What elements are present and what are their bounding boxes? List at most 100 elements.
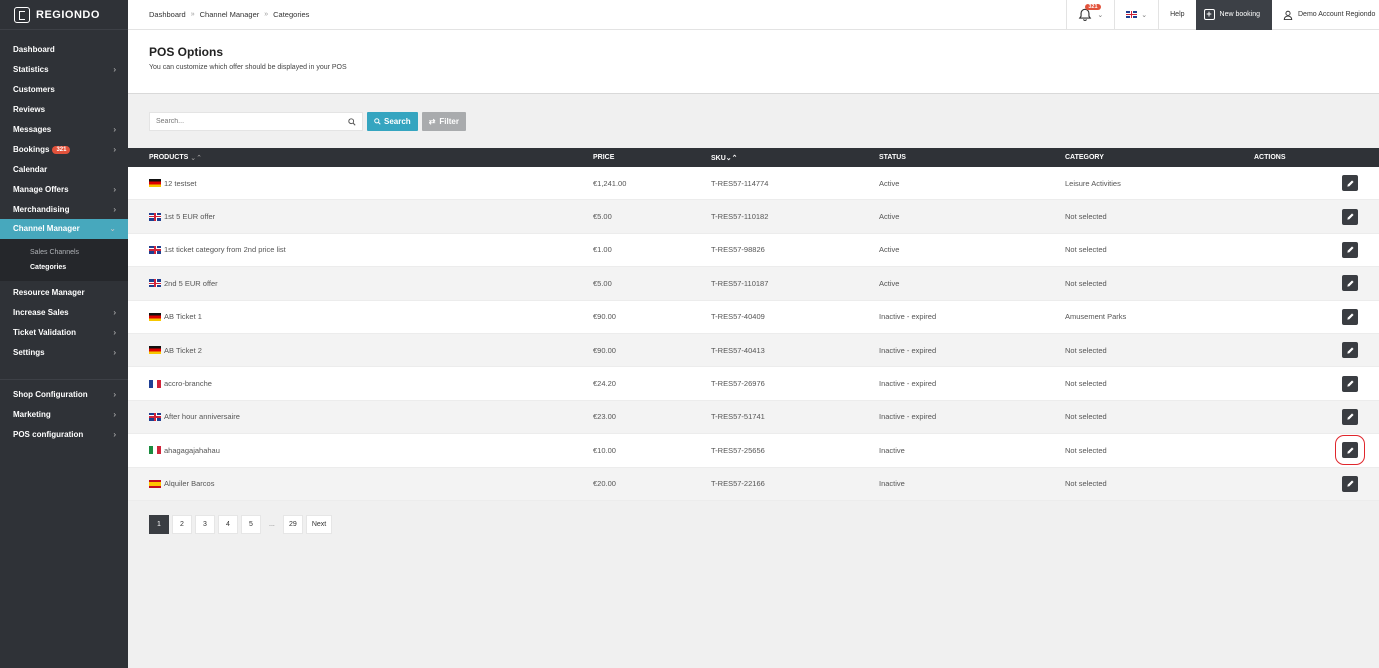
product-cell: AB Ticket 2 xyxy=(128,346,593,355)
language-selector[interactable]: ⌄ xyxy=(1114,0,1158,30)
table-row: 1st 5 EUR offer €5.00 T-RES57-110182 Active… xyxy=(128,200,1379,234)
col-products-header[interactable]: PRODUCTS ⌄⌃ xyxy=(128,154,593,162)
sidebar-item-ticket-validation[interactable]: Ticket Validation › xyxy=(0,323,128,343)
sidebar-item-label: Messages xyxy=(13,125,51,134)
sidebar-item-text: Settings xyxy=(13,348,45,358)
sidebar-item-settings[interactable]: Settings › xyxy=(0,343,128,363)
sidebar-item-messages[interactable]: Messages › xyxy=(0,120,128,140)
flag-gb-icon xyxy=(149,212,161,221)
table-row: ahagagajahahau €10.00 T-RES57-25656 Inactiv… xyxy=(128,434,1379,468)
sidebar-item-channel-manager[interactable]: Channel Manager ⌄ xyxy=(0,219,128,239)
table-header: PRODUCTS ⌄⌃ PRICE SKU⌄⌃ STATUS CATEGORY A… xyxy=(128,148,1379,167)
search-input[interactable] xyxy=(156,118,336,125)
sidebar-item-pos-configuration[interactable]: POS configuration › xyxy=(0,424,128,444)
pencil-icon xyxy=(1346,346,1355,355)
edit-button[interactable] xyxy=(1342,342,1358,359)
subnav-item-categories[interactable]: Categories xyxy=(0,260,128,275)
col-sku-header[interactable]: SKU⌄⌃ xyxy=(711,154,879,162)
new-booking-button[interactable]: + New booking xyxy=(1195,0,1272,30)
sidebar-nav-config: Shop Configuration › Marketing › POS configu… xyxy=(0,384,128,444)
pagination-next[interactable]: Next xyxy=(305,515,333,534)
main-content: POS Options You can customize which offe… xyxy=(128,30,1379,668)
edit-button[interactable] xyxy=(1342,208,1358,225)
sidebar-item-text: Marketing xyxy=(13,409,51,419)
sidebar-item-resource-manager[interactable]: Resource Manager xyxy=(0,283,128,303)
edit-button[interactable] xyxy=(1342,475,1358,492)
product-cell: 1st 5 EUR offer xyxy=(128,212,593,221)
sidebar-item-customers[interactable]: Customers xyxy=(0,80,128,100)
edit-button[interactable] xyxy=(1342,408,1358,425)
pagination-page[interactable]: 4 xyxy=(218,515,238,534)
col-actions-header: ACTIONS xyxy=(1254,154,1286,161)
table-row: AB Ticket 1 €90.00 T-RES57-40409 Inactive -… xyxy=(128,300,1379,334)
sidebar-item-text: Ticket Validation xyxy=(13,328,76,338)
chevron-right-icon: › xyxy=(113,389,116,399)
sku-cell: T-RES57-114774 xyxy=(711,178,769,188)
product-cell: After hour anniversaire xyxy=(128,412,593,421)
table-row: Alquiler Barcos €20.00 T-RES57-22166 Inacti… xyxy=(128,467,1379,501)
sidebar-item-merchandising[interactable]: Merchandising › xyxy=(0,199,128,219)
search-icon xyxy=(374,118,381,125)
search-field[interactable] xyxy=(149,112,363,131)
edit-button[interactable] xyxy=(1342,241,1358,258)
search-button[interactable]: Search xyxy=(367,112,418,131)
sidebar-item-text: Increase Sales xyxy=(13,308,69,318)
sidebar-item-reviews[interactable]: Reviews xyxy=(0,100,128,120)
uk-flag-icon xyxy=(1126,11,1138,18)
search-icon xyxy=(348,117,356,126)
chevron-right-icon: › xyxy=(113,184,116,194)
sort-icon: ⌄⌃ xyxy=(725,154,738,162)
sidebar-item-text: POS configuration xyxy=(13,429,84,439)
edit-button[interactable] xyxy=(1342,375,1358,392)
price-cell: €1.00 xyxy=(593,245,612,255)
brand-logo[interactable]: REGIONDO xyxy=(0,0,128,30)
category-cell: Not selected xyxy=(1065,412,1107,422)
filter-button-label: Filter xyxy=(439,117,459,126)
pencil-icon xyxy=(1346,212,1355,221)
sku-cell: T-RES57-98826 xyxy=(711,245,765,255)
pencil-icon xyxy=(1346,412,1355,421)
help-link[interactable]: Help xyxy=(1158,0,1195,30)
table-row: 2nd 5 EUR offer €5.00 T-RES57-110187 Active… xyxy=(128,267,1379,301)
sort-icon: ⌄⌃ xyxy=(190,154,203,162)
sidebar-item-text: Calendar xyxy=(13,164,48,174)
pagination-page[interactable]: 5 xyxy=(241,515,261,534)
pencil-icon xyxy=(1346,245,1355,254)
pagination-page[interactable]: 3 xyxy=(195,515,215,534)
page-header: POS Options You can customize which offe… xyxy=(128,30,1379,94)
notifications[interactable]: 321 ⌄ xyxy=(1066,0,1114,30)
filter-button[interactable]: ⇄ Filter xyxy=(421,112,466,131)
pagination-page[interactable]: 2 xyxy=(172,515,192,534)
col-products-label: PRODUCTS xyxy=(149,154,189,161)
account-menu[interactable]: Demo Account Regiondo xyxy=(1272,0,1379,30)
sidebar-item-bookings[interactable]: Bookings 321 › xyxy=(0,139,128,159)
breadcrumb-item[interactable]: Dashboard xyxy=(149,10,186,19)
sidebar-item-manage-offers[interactable]: Manage Offers › xyxy=(0,179,128,199)
category-cell: Not selected xyxy=(1065,245,1107,255)
price-cell: €20.00 xyxy=(593,479,616,489)
pagination-page[interactable]: 29 xyxy=(282,515,303,534)
page-title: POS Options xyxy=(149,45,224,59)
pagination-page[interactable]: 1 xyxy=(149,515,169,534)
sku-cell: T-RES57-22166 xyxy=(711,479,765,489)
table-body: 12 testset €1,241.00 T-RES57-114774 Active L… xyxy=(128,167,1379,501)
product-cell: 2nd 5 EUR offer xyxy=(128,279,593,288)
edit-button[interactable] xyxy=(1342,308,1358,325)
sidebar-item-increase-sales[interactable]: Increase Sales › xyxy=(0,303,128,323)
sidebar-item-calendar[interactable]: Calendar xyxy=(0,159,128,179)
breadcrumb-item[interactable]: Channel Manager xyxy=(200,10,260,19)
sidebar-item-statistics[interactable]: Statistics › xyxy=(0,60,128,80)
sku-cell: T-RES57-110187 xyxy=(711,278,769,288)
edit-button[interactable] xyxy=(1335,435,1365,466)
edit-button[interactable] xyxy=(1342,275,1358,292)
sidebar-item-marketing[interactable]: Marketing › xyxy=(0,404,128,424)
sidebar-item-dashboard[interactable]: Dashboard xyxy=(0,40,128,60)
actions-cell xyxy=(1254,175,1379,192)
edit-button[interactable] xyxy=(1342,175,1358,192)
status-cell: Inactive xyxy=(879,479,905,489)
status-cell: Active xyxy=(879,178,900,188)
price-cell: €24.20 xyxy=(593,379,616,389)
search-button-label: Search xyxy=(384,117,411,126)
subnav-item-sales-channels[interactable]: Sales Channels xyxy=(0,245,128,260)
sidebar-item-shop-configuration[interactable]: Shop Configuration › xyxy=(0,384,128,404)
